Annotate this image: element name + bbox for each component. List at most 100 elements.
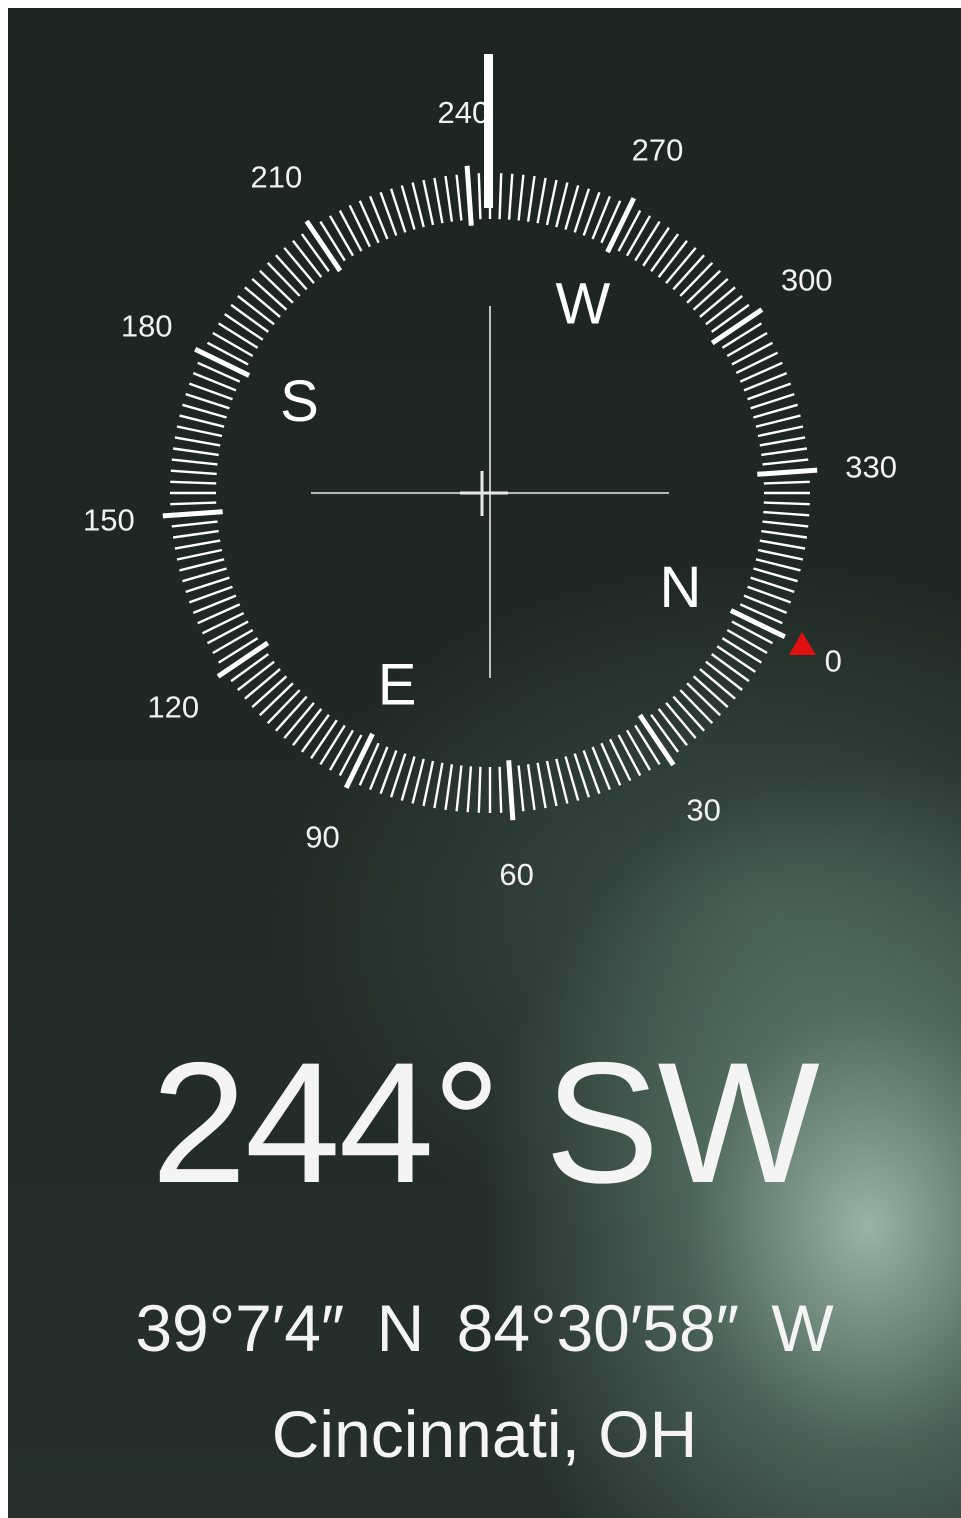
minor-tick	[617, 734, 642, 777]
minor-tick	[555, 182, 569, 228]
latitude-text: 39°7′4″ N	[135, 1291, 425, 1365]
minor-tick	[258, 682, 294, 717]
minor-tick	[455, 174, 463, 221]
degree-label-90: 90	[305, 819, 339, 854]
minor-tick	[755, 558, 801, 572]
minor-tick	[477, 173, 482, 220]
minor-tick	[526, 175, 536, 222]
minor-tick	[536, 762, 547, 809]
minor-tick	[328, 729, 355, 771]
minor-tick	[763, 480, 810, 485]
minor-tick	[217, 322, 259, 349]
coordinates: 39°7′4″ N 84°30′58″ W	[8, 1290, 961, 1366]
minor-tick	[609, 738, 632, 782]
minor-tick	[300, 713, 330, 753]
minor-tick	[433, 762, 444, 809]
minor-tick	[679, 689, 714, 725]
minor-tick	[466, 766, 473, 813]
minor-tick	[705, 660, 743, 691]
minor-tick	[755, 414, 801, 428]
minor-tick	[657, 240, 688, 278]
minor-tick	[348, 204, 371, 248]
minor-tick	[400, 756, 416, 801]
minor-tick	[266, 261, 301, 297]
minor-tick	[201, 612, 245, 635]
minor-tick	[206, 620, 249, 645]
minor-tick	[686, 682, 722, 717]
minor-tick	[171, 458, 218, 466]
minor-tick	[422, 760, 435, 807]
minor-tick	[507, 173, 514, 220]
minor-tick	[212, 331, 254, 358]
minor-tick	[251, 675, 288, 708]
minor-tick	[762, 520, 809, 528]
degree-label-300: 300	[781, 262, 833, 297]
minor-tick	[477, 766, 482, 813]
degree-label-0: 0	[825, 644, 842, 679]
minor-tick	[726, 628, 768, 655]
major-tick	[729, 608, 786, 640]
minor-tick	[699, 668, 736, 700]
minor-tick	[251, 278, 288, 311]
minor-tick	[300, 233, 330, 273]
minor-tick	[665, 247, 697, 284]
minor-tick	[179, 558, 225, 572]
major-tick	[162, 509, 223, 519]
cardinal-e: E	[378, 653, 417, 718]
minor-tick	[310, 719, 338, 759]
degree-label-60: 60	[499, 857, 533, 892]
minor-tick	[634, 220, 661, 262]
minor-tick	[498, 766, 503, 813]
minor-tick	[275, 695, 308, 732]
minor-tick	[759, 436, 806, 447]
minor-tick	[739, 361, 783, 383]
heading-direction: SW	[544, 1027, 820, 1219]
minor-tick	[171, 520, 218, 528]
major-tick	[194, 346, 251, 378]
minor-tick	[699, 286, 736, 318]
minor-tick	[672, 254, 705, 291]
cardinal-n: N	[660, 555, 702, 620]
minor-tick	[172, 447, 219, 457]
minor-tick	[657, 708, 688, 746]
minor-tick	[172, 529, 219, 539]
minor-tick	[206, 341, 249, 366]
minor-tick	[498, 173, 503, 220]
minor-tick	[237, 295, 275, 326]
degree-label-30: 30	[686, 793, 720, 828]
degree-label-180: 180	[121, 309, 173, 344]
minor-tick	[422, 179, 435, 226]
minor-tick	[726, 331, 768, 358]
minor-tick	[721, 637, 763, 664]
minor-tick	[564, 185, 580, 230]
minor-tick	[650, 713, 680, 753]
minor-tick	[244, 668, 281, 700]
minor-tick	[634, 724, 661, 766]
major-tick	[343, 732, 375, 789]
minor-tick	[759, 539, 806, 550]
minor-tick	[625, 215, 652, 257]
minor-tick	[319, 220, 346, 262]
minor-tick	[665, 702, 697, 739]
minor-tick	[731, 620, 774, 645]
minor-tick	[564, 756, 580, 801]
minor-tick	[555, 758, 569, 804]
minor-tick	[753, 567, 798, 583]
minor-tick	[686, 269, 722, 304]
minor-tick	[292, 708, 323, 746]
minor-tick	[433, 177, 444, 224]
minor-tick	[170, 469, 217, 476]
minor-tick	[182, 403, 227, 419]
heading-indicator-line	[484, 54, 493, 208]
minor-tick	[170, 480, 217, 485]
minor-tick	[338, 209, 363, 252]
degree-label-240: 240	[438, 95, 490, 130]
degree-label-120: 120	[147, 690, 199, 725]
minor-tick	[174, 539, 221, 550]
minor-tick	[182, 567, 227, 583]
major-tick	[506, 760, 516, 821]
minor-tick	[545, 179, 558, 226]
minor-tick	[526, 764, 536, 811]
minor-tick	[258, 269, 294, 304]
heading-readout: 244° SW	[8, 1033, 961, 1213]
